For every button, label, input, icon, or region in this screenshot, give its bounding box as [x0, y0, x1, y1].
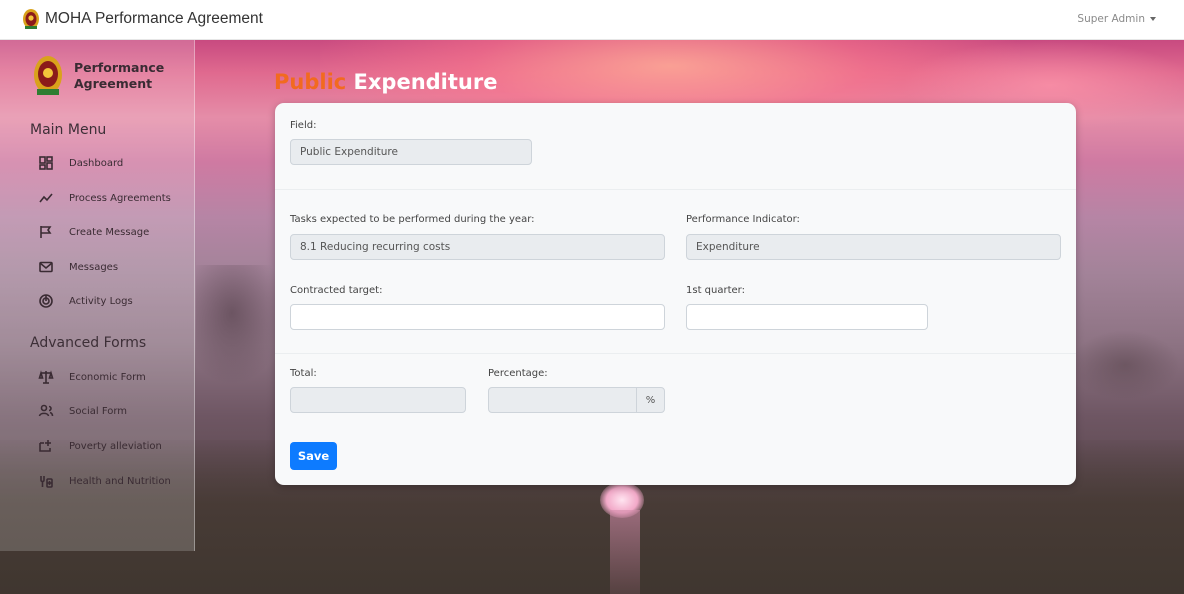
target-input[interactable]	[290, 304, 665, 330]
sidebar-item-economic-form[interactable]: Economic Form	[37, 367, 146, 387]
spiral-icon	[37, 292, 55, 310]
users-icon	[37, 402, 55, 420]
sidebar-item-health-nutrition[interactable]: Health and Nutrition	[37, 471, 171, 491]
indicator-input[interactable]: Expenditure	[686, 234, 1061, 260]
sidebar-brand-title: Performance Agreement	[74, 60, 165, 91]
trees-right	[1070, 330, 1180, 400]
user-menu-dropdown[interactable]: Super Admin	[1077, 13, 1156, 25]
main-menu-heading: Main Menu	[30, 122, 107, 138]
quarter-label: 1st quarter:	[686, 285, 745, 296]
field-input[interactable]: Public Expenditure	[290, 139, 532, 165]
sidebar-item-messages[interactable]: Messages	[37, 257, 118, 277]
emblem-icon	[34, 56, 62, 95]
trees-left	[196, 265, 286, 385]
total-input[interactable]	[290, 387, 466, 413]
advanced-forms-heading: Advanced Forms	[30, 335, 147, 351]
sidebar-item-poverty-alleviation[interactable]: Poverty alleviation	[37, 436, 162, 456]
sidebar-item-label: Messages	[69, 261, 119, 273]
user-name: Super Admin	[1077, 13, 1145, 25]
emblem-icon	[23, 9, 39, 29]
caret-down-icon	[1150, 17, 1156, 21]
scale-icon	[37, 368, 55, 386]
total-label: Total:	[290, 368, 317, 379]
trend-line-icon	[37, 189, 55, 207]
envelope-icon	[37, 258, 55, 276]
sidebar-item-label: Economic Form	[69, 371, 146, 383]
sidebar-item-label: Activity Logs	[69, 295, 133, 307]
sidebar-item-dashboard[interactable]: Dashboard	[37, 153, 123, 173]
percentage-label: Percentage:	[488, 368, 548, 379]
navbar-brand[interactable]: MOHA Performance Agreement	[22, 8, 263, 30]
sidebar-item-activity-logs[interactable]: Activity Logs	[37, 291, 133, 311]
flag-icon	[37, 223, 55, 241]
sidebar-item-label: Create Message	[69, 226, 150, 238]
tasks-label: Tasks expected to be performed during th…	[290, 214, 535, 225]
field-label: Field:	[290, 120, 317, 131]
page-title-part1: Public	[274, 70, 347, 94]
sidebar-item-label: Dashboard	[69, 157, 124, 169]
percent-addon: %	[636, 387, 665, 413]
divider	[275, 353, 1076, 354]
sidebar-item-label: Poverty alleviation	[69, 440, 162, 452]
save-button[interactable]: Save	[290, 442, 337, 470]
sidebar-item-process-agreements[interactable]: Process Agreements	[37, 188, 171, 208]
target-label: Contracted target:	[290, 285, 383, 296]
top-navbar: MOHA Performance Agreement Super Admin	[0, 0, 1184, 40]
quarter-input[interactable]	[686, 304, 928, 330]
sidebar-brand[interactable]: Performance Agreement	[33, 55, 174, 97]
form-card: Field: Public Expenditure Tasks expected…	[275, 103, 1076, 485]
indicator-label: Performance Indicator:	[686, 214, 800, 225]
sidebar-item-social-form[interactable]: Social Form	[37, 401, 127, 421]
sidebar-item-label: Social Form	[69, 405, 128, 417]
sidebar-item-create-message[interactable]: Create Message	[37, 222, 149, 242]
divider	[275, 189, 1076, 190]
page-title: Public Expenditure	[274, 70, 497, 94]
app-title: MOHA Performance Agreement	[45, 10, 263, 27]
tasks-input[interactable]: 8.1 Reducing recurring costs	[290, 234, 665, 260]
sidebar-item-label: Process Agreements	[69, 192, 171, 204]
page-title-part2: Expenditure	[353, 70, 498, 94]
sidebar-item-label: Health and Nutrition	[69, 475, 171, 487]
dashboard-icon	[37, 154, 55, 172]
sidebar: Performance Agreement Main Menu Dashboar…	[0, 40, 195, 551]
plus-box-icon	[37, 437, 55, 455]
path-track	[610, 510, 640, 594]
percentage-input[interactable]	[488, 387, 637, 413]
health-icon	[37, 472, 55, 490]
